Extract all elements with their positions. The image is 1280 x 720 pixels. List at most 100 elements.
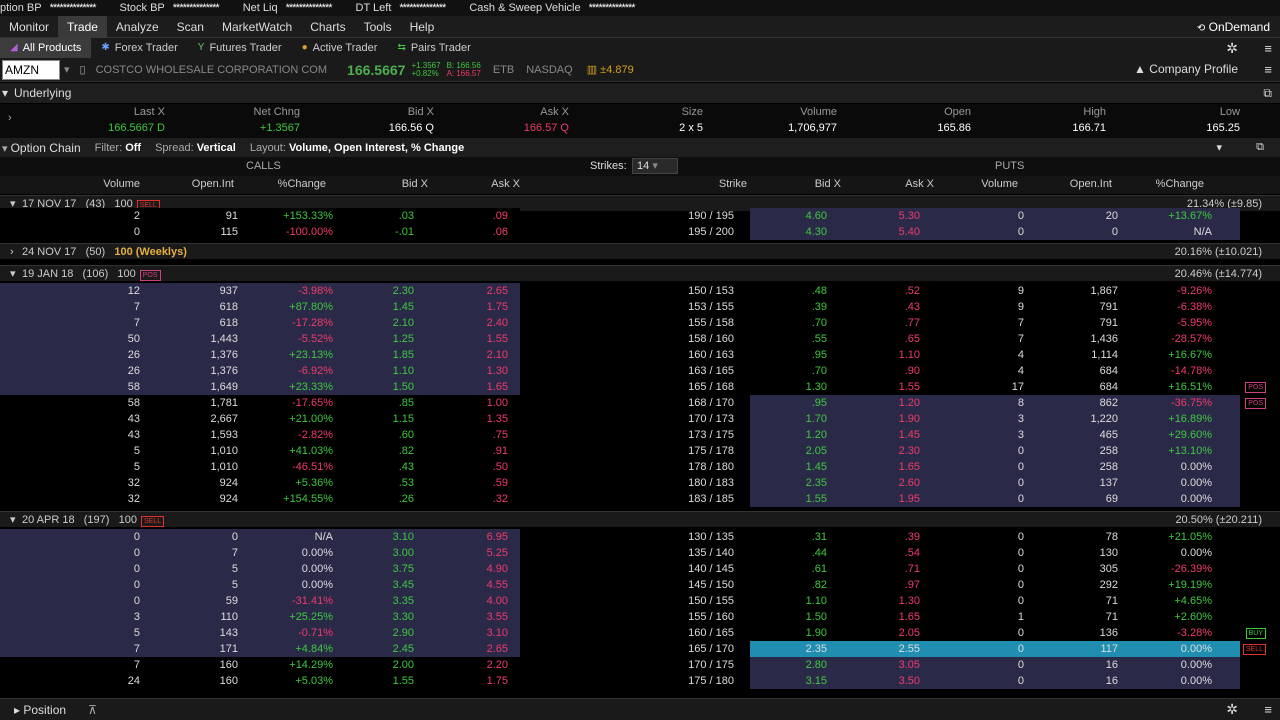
call-open-int[interactable]: 1,443: [210, 331, 238, 347]
call-bid[interactable]: .43: [399, 459, 414, 475]
call-volume[interactable]: 50: [128, 331, 140, 347]
strike[interactable]: 140 / 145: [688, 561, 734, 577]
option-row[interactable]: 5 143 -0.71% 2.90 3.10 160 / 165 1.90 2.05 0 136 -…: [0, 625, 1280, 641]
call-ask[interactable]: 3.55: [487, 609, 508, 625]
call-volume[interactable]: 32: [128, 475, 140, 491]
call-volume[interactable]: 58: [128, 379, 140, 395]
call-bid[interactable]: 3.75: [393, 561, 414, 577]
call-bid[interactable]: -.01: [395, 224, 414, 240]
put-pct-change[interactable]: 0.00%: [1181, 657, 1212, 673]
symbol-input[interactable]: AMZN: [2, 59, 60, 80]
put-ask[interactable]: 1.65: [899, 459, 920, 475]
call-ask[interactable]: 4.55: [487, 577, 508, 593]
option-chain-toggle[interactable]: ▾ Option Chain: [2, 141, 81, 155]
call-open-int[interactable]: 1,376: [210, 347, 238, 363]
call-open-int[interactable]: 1,376: [210, 363, 238, 379]
put-oi-header[interactable]: Open.Int: [1070, 178, 1112, 190]
call-ask[interactable]: 1.55: [487, 331, 508, 347]
call-open-int[interactable]: 91: [226, 208, 238, 224]
strike[interactable]: 160 / 165: [688, 625, 734, 641]
strikes-select[interactable]: 14 ▾: [632, 158, 678, 174]
call-open-int[interactable]: 5: [232, 561, 238, 577]
put-pct-change[interactable]: -6.38%: [1177, 299, 1212, 315]
put-volume[interactable]: 0: [1018, 625, 1024, 641]
put-bid[interactable]: 1.55: [806, 491, 827, 507]
put-bid[interactable]: 1.30: [806, 379, 827, 395]
expiration-group-header[interactable]: ▾ 20 APR 18 (197) 100 SELL 20.50% (±20.211): [0, 511, 1280, 527]
call-volume[interactable]: 2: [134, 208, 140, 224]
put-open-int[interactable]: 684: [1100, 379, 1118, 395]
call-ask[interactable]: 2.10: [487, 347, 508, 363]
call-open-int[interactable]: 924: [220, 475, 238, 491]
call-volume[interactable]: 0: [134, 529, 140, 545]
put-ask[interactable]: 1.55: [899, 379, 920, 395]
call-pct-change[interactable]: +41.03%: [289, 443, 333, 459]
call-pct-change[interactable]: -0.71%: [298, 625, 333, 641]
spread-control[interactable]: Spread: Vertical: [155, 142, 236, 154]
strike[interactable]: 155 / 160: [688, 609, 734, 625]
put-ask[interactable]: 1.45: [899, 427, 920, 443]
call-ask[interactable]: .91: [493, 443, 508, 459]
put-ask[interactable]: 1.10: [899, 347, 920, 363]
strike[interactable]: 190 / 195: [688, 208, 734, 224]
put-pct-change[interactable]: +13.10%: [1168, 443, 1212, 459]
gear-icon[interactable]: ✲: [1226, 40, 1238, 57]
call-ask[interactable]: 6.95: [487, 529, 508, 545]
put-ask[interactable]: 2.55: [899, 641, 920, 657]
put-open-int[interactable]: 465: [1100, 427, 1118, 443]
put-volume[interactable]: 0: [1018, 561, 1024, 577]
call-open-int[interactable]: 7: [232, 545, 238, 561]
strike-header[interactable]: Strike: [719, 178, 747, 190]
option-row[interactable]: 5 1,010 -46.51% .43 .50 178 / 180 1.45 1.65 0 258…: [0, 459, 1280, 475]
call-ask[interactable]: 4.00: [487, 593, 508, 609]
call-volume[interactable]: 0: [134, 593, 140, 609]
strike[interactable]: 170 / 173: [688, 411, 734, 427]
put-pct-change[interactable]: +13.67%: [1168, 208, 1212, 224]
option-row[interactable]: 12 937 -3.98% 2.30 2.65 150 / 153 .48 .52 9 1,867…: [0, 283, 1280, 299]
call-ask[interactable]: 1.35: [487, 411, 508, 427]
menu-analyze[interactable]: Analyze: [107, 16, 168, 38]
call-pct-change[interactable]: +5.36%: [295, 475, 333, 491]
put-pct-change[interactable]: 0.00%: [1181, 673, 1212, 689]
call-open-int[interactable]: 1,010: [210, 459, 238, 475]
strike[interactable]: 145 / 150: [688, 577, 734, 593]
call-bid[interactable]: 1.15: [393, 411, 414, 427]
tab-pairs-trader[interactable]: ⇆ Pairs Trader: [387, 38, 480, 58]
call-bid[interactable]: .60: [399, 427, 414, 443]
put-open-int[interactable]: 78: [1106, 529, 1118, 545]
put-bid[interactable]: .31: [812, 529, 827, 545]
strike[interactable]: 173 / 175: [688, 427, 734, 443]
call-pct-change[interactable]: -6.92%: [298, 363, 333, 379]
call-bid[interactable]: 2.30: [393, 283, 414, 299]
strike[interactable]: 150 / 155: [688, 593, 734, 609]
menu-scan[interactable]: Scan: [168, 16, 213, 38]
put-volume[interactable]: 1: [1018, 609, 1024, 625]
call-bid[interactable]: 1.45: [393, 299, 414, 315]
option-row[interactable]: 32 924 +5.36% .53 .59 180 / 183 2.35 2.60 0 137 0.…: [0, 475, 1280, 491]
call-open-int[interactable]: 937: [220, 283, 238, 299]
put-volume[interactable]: 9: [1018, 299, 1024, 315]
call-volume[interactable]: 26: [128, 347, 140, 363]
option-row[interactable]: 7 618 +87.80% 1.45 1.75 153 / 155 .39 .43 9 791 -6…: [0, 299, 1280, 315]
option-row[interactable]: 58 1,781 -17.65% .85 1.00 168 / 170 .95 1.20 8 86…: [0, 395, 1280, 411]
put-open-int[interactable]: 1,867: [1090, 283, 1118, 299]
order-tag[interactable]: BUY: [1245, 628, 1266, 639]
call-bid[interactable]: 3.30: [393, 609, 414, 625]
popout-icon[interactable]: ⧉: [1263, 83, 1272, 103]
put-open-int[interactable]: 71: [1106, 609, 1118, 625]
order-tag[interactable]: SELL: [1242, 644, 1266, 655]
put-ask[interactable]: 1.90: [899, 411, 920, 427]
put-ask[interactable]: 3.50: [899, 673, 920, 689]
put-bid[interactable]: 1.90: [806, 625, 827, 641]
put-volume[interactable]: 0: [1018, 475, 1024, 491]
strike[interactable]: 183 / 185: [688, 491, 734, 507]
call-pct-change[interactable]: +5.03%: [295, 673, 333, 689]
put-bid[interactable]: .95: [812, 395, 827, 411]
option-row[interactable]: 32 924 +154.55% .26 .32 183 / 185 1.55 1.95 0 69 0…: [0, 491, 1280, 507]
put-volume[interactable]: 3: [1018, 411, 1024, 427]
put-pct-change[interactable]: +16.51%: [1168, 379, 1212, 395]
strike[interactable]: 165 / 168: [688, 379, 734, 395]
call-open-int[interactable]: 618: [220, 299, 238, 315]
call-ask[interactable]: .59: [493, 475, 508, 491]
position-tab[interactable]: ▸ Position: [14, 703, 66, 717]
